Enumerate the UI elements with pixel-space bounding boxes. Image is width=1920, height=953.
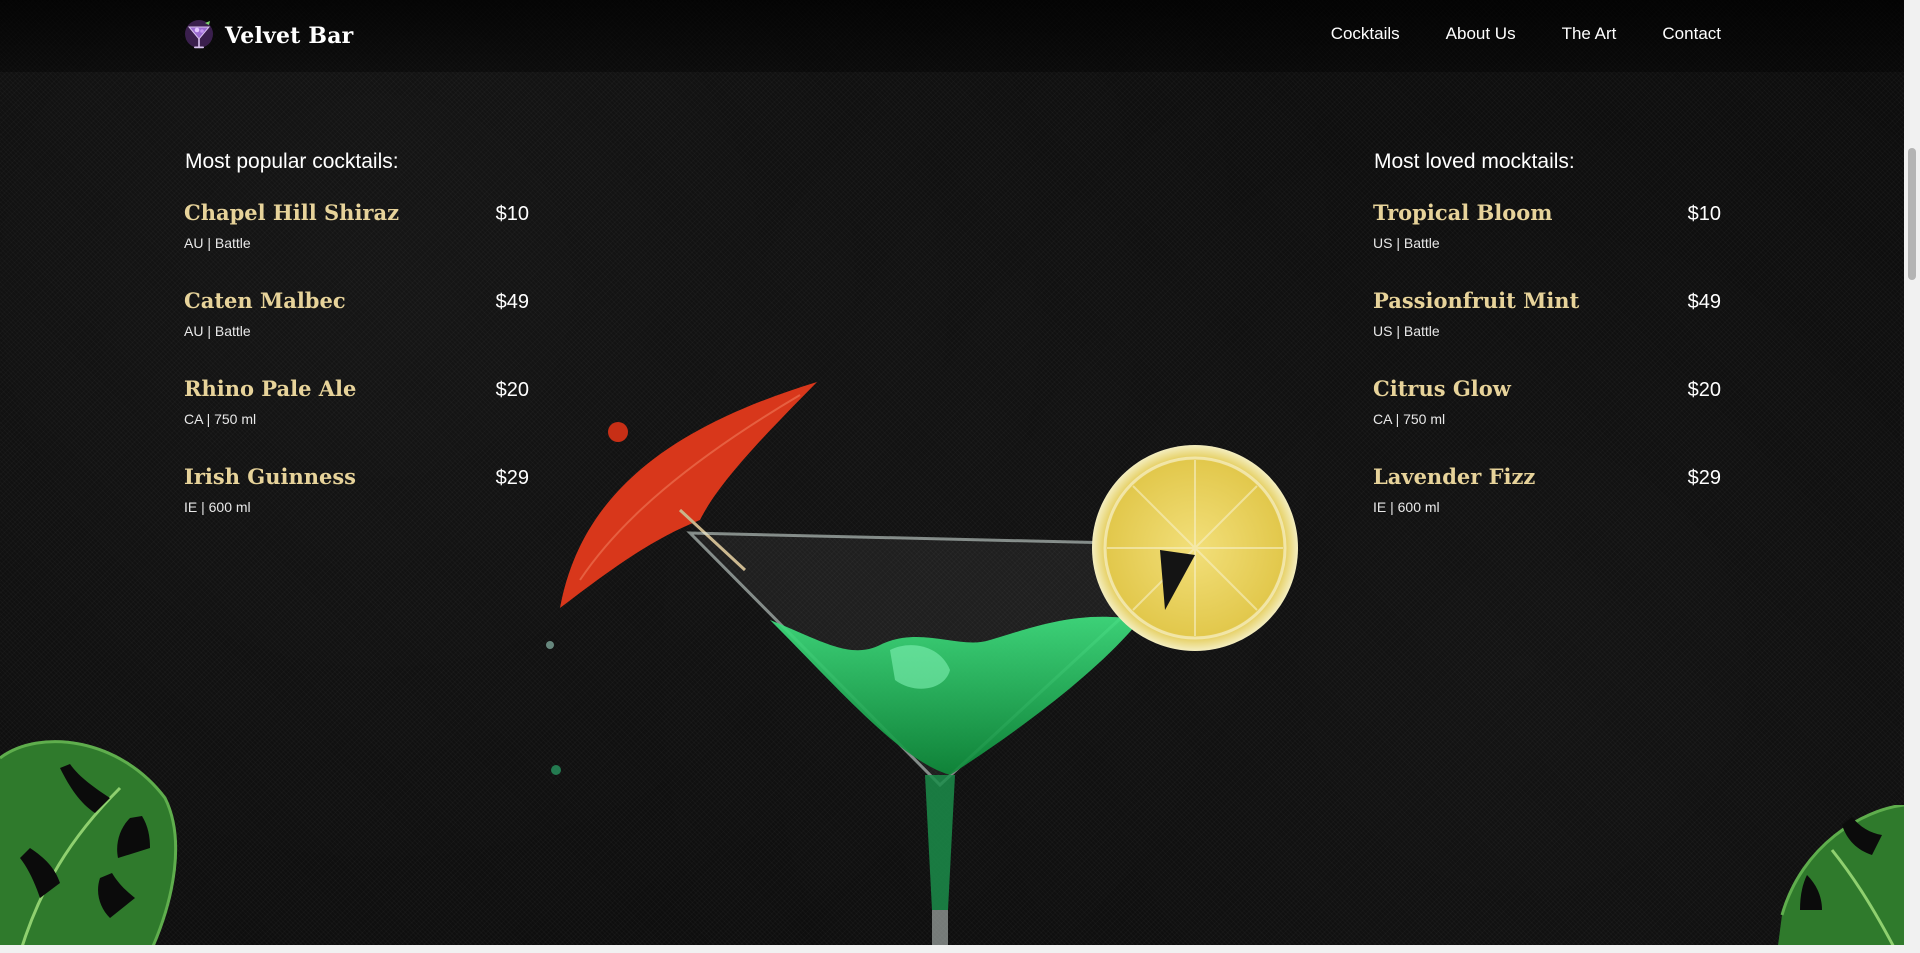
horizontal-scrollbar — [0, 945, 1904, 953]
lemon-slice-garnish — [1092, 445, 1298, 651]
item-meta: IE | 600 ml — [184, 499, 251, 515]
menu-item[interactable]: Passionfruit Mint $49 US | Battle — [1373, 288, 1721, 376]
item-name: Lavender Fizz — [1373, 464, 1536, 489]
item-price: $10 — [1687, 203, 1721, 225]
nav-link-about-us[interactable]: About Us — [1446, 24, 1516, 44]
item-meta: US | Battle — [1373, 323, 1440, 339]
item-name: Passionfruit Mint — [1373, 288, 1580, 313]
mocktails-menu: Most loved mocktails: Tropical Bloom $10… — [1373, 150, 1721, 552]
menu-item[interactable]: Caten Malbec $49 AU | Battle — [184, 288, 529, 376]
nav-link-the-art[interactable]: The Art — [1562, 24, 1617, 44]
brand-name: Velvet Bar — [225, 23, 354, 49]
item-price: $29 — [495, 467, 529, 489]
item-price: $20 — [1687, 379, 1721, 401]
item-price: $49 — [1687, 291, 1721, 313]
menu-item[interactable]: Lavender Fizz $29 IE | 600 ml — [1373, 464, 1721, 552]
monstera-leaf-right — [1777, 805, 1904, 953]
item-meta: CA | 750 ml — [184, 411, 257, 427]
vertical-scrollbar[interactable] — [1904, 0, 1920, 953]
menu-item[interactable]: Citrus Glow $20 CA | 750 ml — [1373, 376, 1721, 464]
menu-item[interactable]: Irish Guinness $29 IE | 600 ml — [184, 464, 529, 552]
menu-item[interactable]: Rhino Pale Ale $20 CA | 750 ml — [184, 376, 529, 464]
item-name: Rhino Pale Ale — [184, 376, 357, 401]
item-meta: AU | Battle — [184, 323, 251, 339]
mocktails-heading: Most loved mocktails: — [1374, 150, 1575, 173]
item-meta: CA | 750 ml — [1373, 411, 1446, 427]
item-name: Irish Guinness — [184, 464, 356, 489]
cocktail-glass-icon — [185, 20, 213, 49]
menu-item[interactable]: Chapel Hill Shiraz $10 AU | Battle — [184, 200, 529, 288]
item-name: Chapel Hill Shiraz — [184, 200, 400, 225]
scrollbar-thumb[interactable] — [1908, 148, 1916, 280]
item-meta: US | Battle — [1373, 235, 1440, 251]
cocktails-menu: Most popular cocktails: Chapel Hill Shir… — [184, 150, 529, 552]
brand[interactable]: Velvet Bar — [183, 18, 353, 54]
nav-links: Cocktails About Us The Art Contact — [1331, 24, 1721, 44]
monstera-leaf-left — [0, 740, 178, 953]
item-name: Caten Malbec — [184, 288, 346, 313]
menu-item[interactable]: Tropical Bloom $10 US | Battle — [1373, 200, 1721, 288]
cocktail-illustration — [546, 382, 1298, 950]
page: Velvet Bar Cocktails About Us The Art Co… — [0, 0, 1904, 953]
navbar: Velvet Bar Cocktails About Us The Art Co… — [0, 0, 1904, 72]
item-price: $20 — [495, 379, 529, 401]
item-meta: IE | 600 ml — [1373, 499, 1440, 515]
item-price: $29 — [1687, 467, 1721, 489]
item-name: Citrus Glow — [1373, 376, 1511, 401]
item-price: $10 — [495, 203, 529, 225]
cocktails-heading: Most popular cocktails: — [185, 150, 399, 173]
item-meta: AU | Battle — [184, 235, 251, 251]
item-price: $49 — [495, 291, 529, 313]
nav-link-contact[interactable]: Contact — [1662, 24, 1721, 44]
nav-link-cocktails[interactable]: Cocktails — [1331, 24, 1400, 44]
item-name: Tropical Bloom — [1373, 200, 1553, 225]
